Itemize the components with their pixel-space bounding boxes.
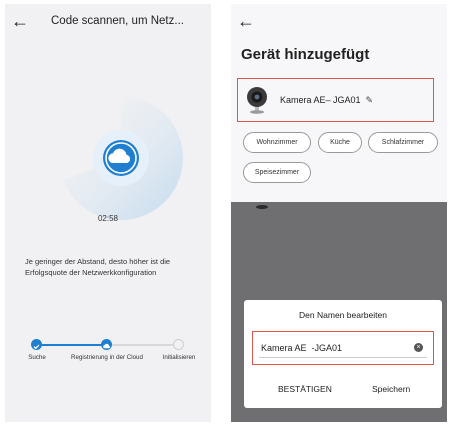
room-chip-living-room[interactable]: Wohnzimmer	[243, 132, 311, 153]
back-arrow-icon[interactable]: ←	[237, 12, 255, 30]
step-line-done	[39, 344, 103, 346]
distance-hint: Je geringer der Abstand, desto höher ist…	[25, 257, 171, 277]
room-chip-dining-room[interactable]: Speisezimmer	[243, 162, 311, 183]
step-label-search: Suche	[28, 354, 46, 361]
camera-thumbnail	[246, 86, 268, 114]
dim-overlay: Den Namen bearbeiten × BESTÄTIGEN Speich…	[231, 202, 447, 422]
back-arrow-icon[interactable]: ←	[11, 12, 29, 30]
progress-steps: Suche Registrierung in der Cloud Initial…	[5, 334, 211, 374]
scan-screen: ← Code scannen, um Netz... 02:58 Je geri…	[5, 4, 211, 422]
dialog-title: Den Namen bearbeiten	[299, 310, 387, 320]
clear-input-icon[interactable]: ×	[414, 343, 423, 352]
step-label-init: Initialisieren	[162, 354, 196, 361]
device-added-screen: ← Gerät hinzugefügt Kamera AE– JGA01 ✎ W…	[231, 4, 447, 422]
device-entry[interactable]: Kamera AE– JGA01 ✎	[237, 78, 434, 122]
page-title: Gerät hinzugefügt	[241, 46, 370, 63]
device-added-view: ← Gerät hinzugefügt Kamera AE– JGA01 ✎ W…	[231, 4, 447, 200]
rename-dialog: Den Namen bearbeiten × BESTÄTIGEN Speich…	[244, 300, 442, 408]
device-name: Kamera AE– JGA01	[280, 95, 361, 105]
name-field-highlight: ×	[252, 331, 434, 365]
countdown-timer: 02:58	[97, 214, 119, 223]
page-title: Code scannen, um Netz...	[51, 15, 184, 27]
cloud-progress-spinner	[63, 96, 183, 220]
header: ← Code scannen, um Netz...	[5, 4, 211, 38]
room-chip-kitchen[interactable]: Küche	[318, 132, 362, 153]
confirm-button[interactable]: BESTÄTIGEN	[278, 384, 332, 394]
step-cloud-icon	[101, 339, 112, 350]
step-label-cloud: Registrierung in der Cloud	[71, 354, 143, 361]
room-chip-bedroom[interactable]: Schlafzimmer	[368, 132, 438, 153]
camera-thumbnail-dimmed	[256, 205, 268, 209]
step-line-pending	[109, 344, 179, 346]
save-button[interactable]: Speichern	[372, 384, 410, 394]
step-search-check-icon	[31, 339, 42, 350]
device-name-input[interactable]	[259, 338, 427, 358]
edit-pencil-icon[interactable]: ✎	[366, 95, 374, 106]
step-init-icon	[173, 339, 184, 350]
